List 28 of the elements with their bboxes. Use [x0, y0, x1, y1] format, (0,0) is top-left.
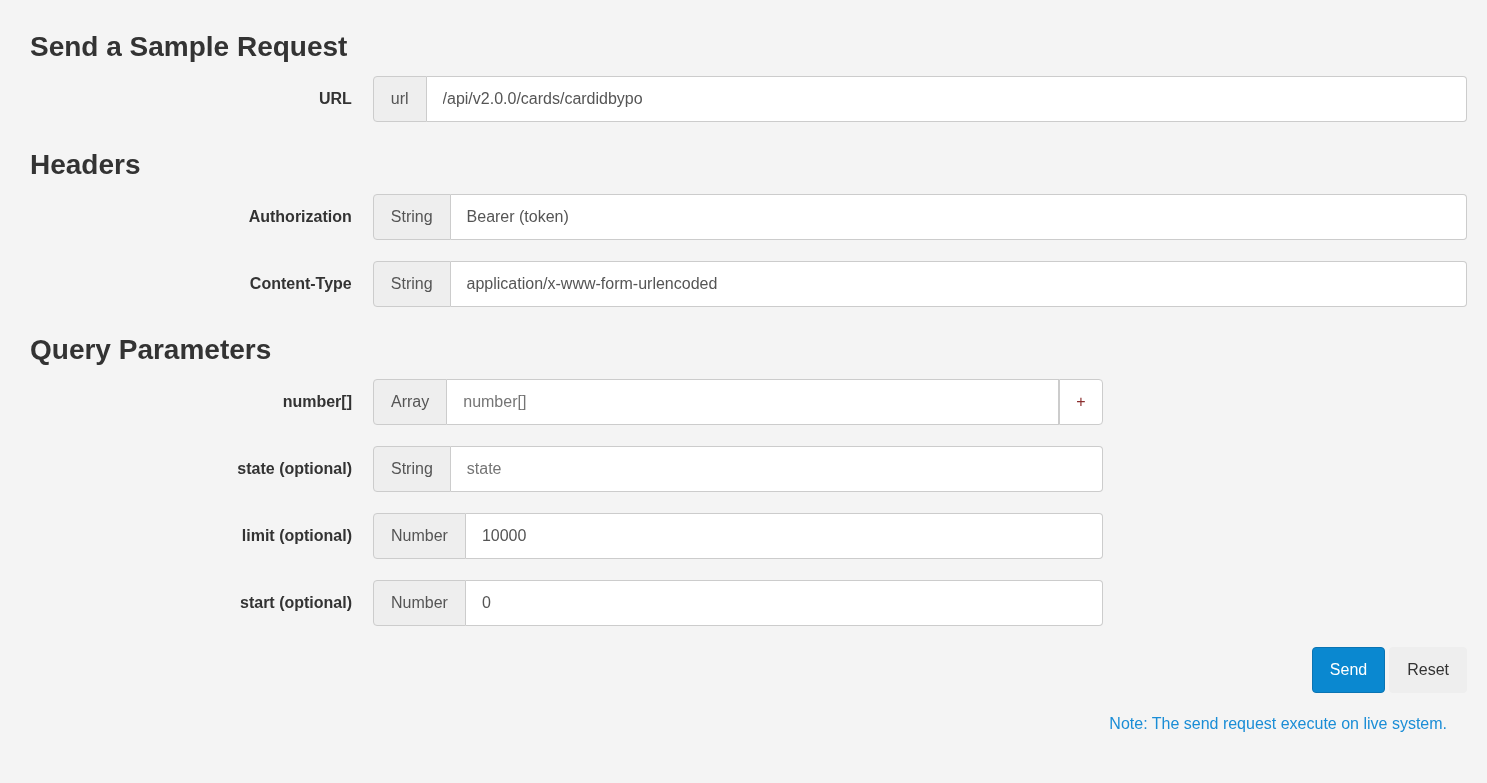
type-label: String — [372, 261, 451, 307]
note-text: Note: The send request execute on live system. — [1109, 715, 1447, 733]
section-heading: Headers — [30, 148, 142, 182]
field-label: state (optional) — [236, 460, 353, 478]
add-button[interactable]: + — [1059, 379, 1103, 425]
field-label: limit (optional) — [240, 527, 353, 545]
field-label: Content-Type — [248, 275, 353, 293]
field-label: Authorization — [247, 208, 353, 226]
section-heading: Send a Sample Request — [30, 30, 349, 64]
field-label: URL — [317, 90, 353, 108]
reset-button[interactable]: Reset — [1389, 647, 1467, 693]
send-button[interactable]: Send — [1311, 647, 1386, 693]
type-label: String — [373, 446, 451, 492]
input-field[interactable]: number[] — [447, 379, 1059, 425]
input-field[interactable]: state — [450, 446, 1103, 492]
type-label: String — [372, 194, 451, 240]
input-field[interactable]: 10000 — [465, 513, 1103, 559]
field-label: start (optional) — [239, 594, 353, 612]
type-label: Number — [373, 580, 466, 626]
field-label: number[] — [281, 393, 353, 411]
input-field[interactable]: Bearer (token) — [450, 194, 1467, 240]
type-label: Array — [373, 379, 448, 425]
type-label: Number — [373, 513, 466, 559]
input-field[interactable]: application/x-www-form-urlencoded — [450, 261, 1467, 307]
section-heading: Query Parameters — [30, 333, 273, 367]
type-label: url — [372, 76, 427, 122]
input-field[interactable]: /api/v2.0.0/cards/cardidbypo — [426, 76, 1467, 122]
input-field[interactable]: 0 — [465, 580, 1103, 626]
